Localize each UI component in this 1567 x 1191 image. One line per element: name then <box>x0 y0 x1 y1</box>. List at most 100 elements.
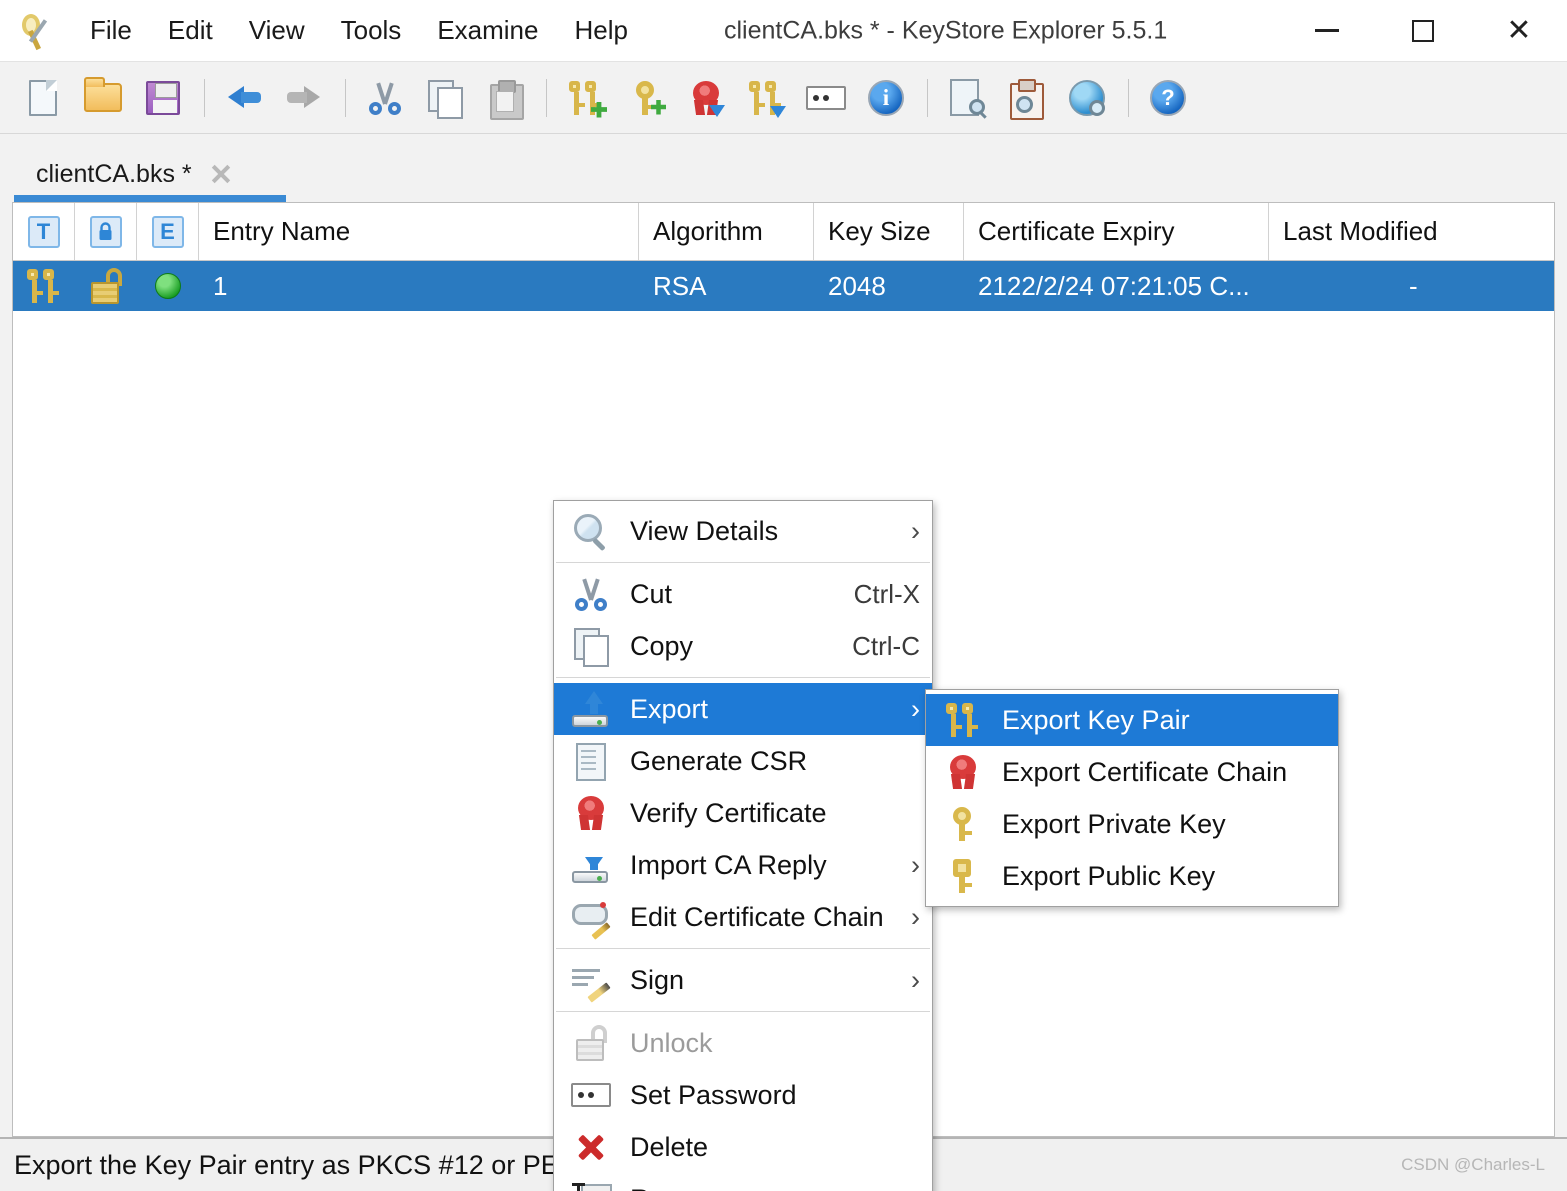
window-controls: ✕ <box>1279 0 1567 61</box>
column-header-algorithm[interactable]: Algorithm <box>639 203 814 260</box>
table-row[interactable]: 1 RSA 2048 2122/2/24 07:21:05 C... - <box>13 261 1554 311</box>
key-pair-icon <box>940 700 986 740</box>
menu-view[interactable]: View <box>231 9 323 52</box>
keystore-properties-button[interactable]: i <box>857 70 915 126</box>
green-dot-icon <box>155 273 181 299</box>
magnifier-icon <box>568 511 614 551</box>
column-header-last-modified[interactable]: Last Modified <box>1269 203 1554 260</box>
keyring-icon <box>12 8 58 54</box>
toolbar-separator <box>204 78 205 117</box>
title-bar: File Edit View Tools Examine Help client… <box>0 0 1567 62</box>
menu-separator <box>556 677 930 678</box>
help-button[interactable]: ? <box>1139 70 1197 126</box>
rename-icon <box>568 1179 614 1191</box>
menu-item-rename[interactable]: Rename <box>554 1173 932 1191</box>
submenu-item-export-key-pair[interactable]: Export Key Pair <box>926 694 1338 746</box>
export-icon <box>568 689 614 729</box>
menu-item-generate-csr[interactable]: Generate CSR <box>554 735 932 787</box>
submenu-item-export-public-key[interactable]: Export Public Key <box>926 850 1338 902</box>
import-key-pair-button[interactable] <box>737 70 795 126</box>
menu-separator <box>556 1011 930 1012</box>
keystore-entries-panel: T E Entry Name Algorithm Key Size Certif… <box>0 202 1567 1191</box>
menu-item-import-ca-reply[interactable]: Import CA Reply › <box>554 839 932 891</box>
examine-file-button[interactable] <box>938 70 996 126</box>
toolbar-separator <box>345 78 346 117</box>
chevron-right-icon: › <box>911 693 920 724</box>
minimize-button[interactable] <box>1279 0 1375 62</box>
import-icon <box>568 845 614 885</box>
chain-edit-icon <box>568 897 614 940</box>
cut-button[interactable] <box>356 70 414 126</box>
sign-pen-icon <box>568 960 614 1003</box>
expiry-badge-icon: E <box>151 215 184 248</box>
column-header-expiry[interactable]: E <box>137 203 199 260</box>
cell-key-size: 2048 <box>828 270 886 301</box>
submenu-item-export-private-key[interactable]: Export Private Key <box>926 798 1338 850</box>
menu-help[interactable]: Help <box>556 9 645 52</box>
menu-item-delete[interactable]: Delete <box>554 1121 932 1173</box>
status-message: Export the Key Pair entry as PKCS #12 or… <box>14 1149 582 1180</box>
menu-item-set-password[interactable]: Set Password <box>554 1069 932 1121</box>
generate-secret-key-button[interactable] <box>617 70 675 126</box>
column-header-lock[interactable] <box>75 203 137 260</box>
row-status-icon-cell <box>137 273 199 299</box>
close-button[interactable]: ✕ <box>1471 0 1567 62</box>
menu-examine[interactable]: Examine <box>419 9 556 52</box>
set-password-button[interactable] <box>797 70 855 126</box>
shortcut-label: Ctrl-C <box>852 630 920 661</box>
import-certificate-button[interactable] <box>677 70 735 126</box>
scissors-icon <box>568 574 614 614</box>
menu-separator <box>556 948 930 949</box>
new-keystore-button[interactable] <box>14 70 72 126</box>
csr-document-icon <box>568 741 614 781</box>
menu-item-cut[interactable]: Cut Ctrl-X <box>554 568 932 620</box>
certificate-icon <box>940 752 986 792</box>
menu-item-view-details[interactable]: View Details › <box>554 505 932 557</box>
cell-certificate-expiry: 2122/2/24 07:21:05 C... <box>978 270 1250 301</box>
open-keystore-button[interactable] <box>74 70 132 126</box>
key-pair-icon <box>27 268 61 304</box>
submenu-item-export-certificate-chain[interactable]: Export Certificate Chain <box>926 746 1338 798</box>
tab-label: clientCA.bks * <box>36 159 192 188</box>
menu-file[interactable]: File <box>72 9 150 52</box>
column-header-key-size[interactable]: Key Size <box>814 203 964 260</box>
toolbar-separator <box>927 78 928 117</box>
chevron-right-icon: › <box>911 901 920 932</box>
save-keystore-button[interactable] <box>134 70 192 126</box>
cell-algorithm: RSA <box>653 270 707 301</box>
maximize-button[interactable] <box>1375 0 1471 62</box>
menu-item-edit-certificate-chain[interactable]: Edit Certificate Chain › <box>554 891 932 943</box>
close-icon[interactable] <box>210 163 232 185</box>
tab-clientca-bks[interactable]: clientCA.bks * <box>14 146 248 202</box>
redo-button <box>275 70 333 126</box>
row-type-icon-cell <box>13 268 75 304</box>
toolbar-separator <box>546 78 547 117</box>
menu-item-verify-certificate[interactable]: Verify Certificate <box>554 787 932 839</box>
window-title: clientCA.bks * - KeyStore Explorer 5.5.1 <box>724 16 1168 44</box>
menu-edit[interactable]: Edit <box>150 9 231 52</box>
menu-item-sign[interactable]: Sign › <box>554 954 932 1006</box>
generate-key-pair-button[interactable] <box>557 70 615 126</box>
certificate-icon <box>568 793 614 833</box>
entry-context-menu: View Details › Cut Ctrl-X Copy Ctrl-C Ex… <box>553 500 933 1191</box>
delete-x-icon <box>568 1127 614 1167</box>
column-header-type[interactable]: T <box>13 203 75 260</box>
cell-entry-name: 1 <box>213 270 228 301</box>
key-public-icon <box>940 856 986 896</box>
menu-item-copy[interactable]: Copy Ctrl-C <box>554 620 932 672</box>
toolbar-separator <box>1128 78 1129 117</box>
key-private-icon <box>940 804 986 844</box>
cell-last-modified: - <box>1409 270 1418 301</box>
menu-item-export[interactable]: Export › <box>554 683 932 735</box>
undo-button[interactable] <box>215 70 273 126</box>
examine-clipboard-button[interactable] <box>998 70 1056 126</box>
copy-button[interactable] <box>416 70 474 126</box>
menu-separator <box>556 562 930 563</box>
menu-tools[interactable]: Tools <box>323 9 420 52</box>
export-submenu: Export Key Pair Export Certificate Chain… <box>925 689 1339 907</box>
chevron-right-icon: › <box>911 849 920 880</box>
paste-button <box>476 70 534 126</box>
examine-ssl-button[interactable] <box>1058 70 1116 126</box>
column-header-entry-name[interactable]: Entry Name <box>199 203 639 260</box>
column-header-certificate-expiry[interactable]: Certificate Expiry <box>964 203 1269 260</box>
